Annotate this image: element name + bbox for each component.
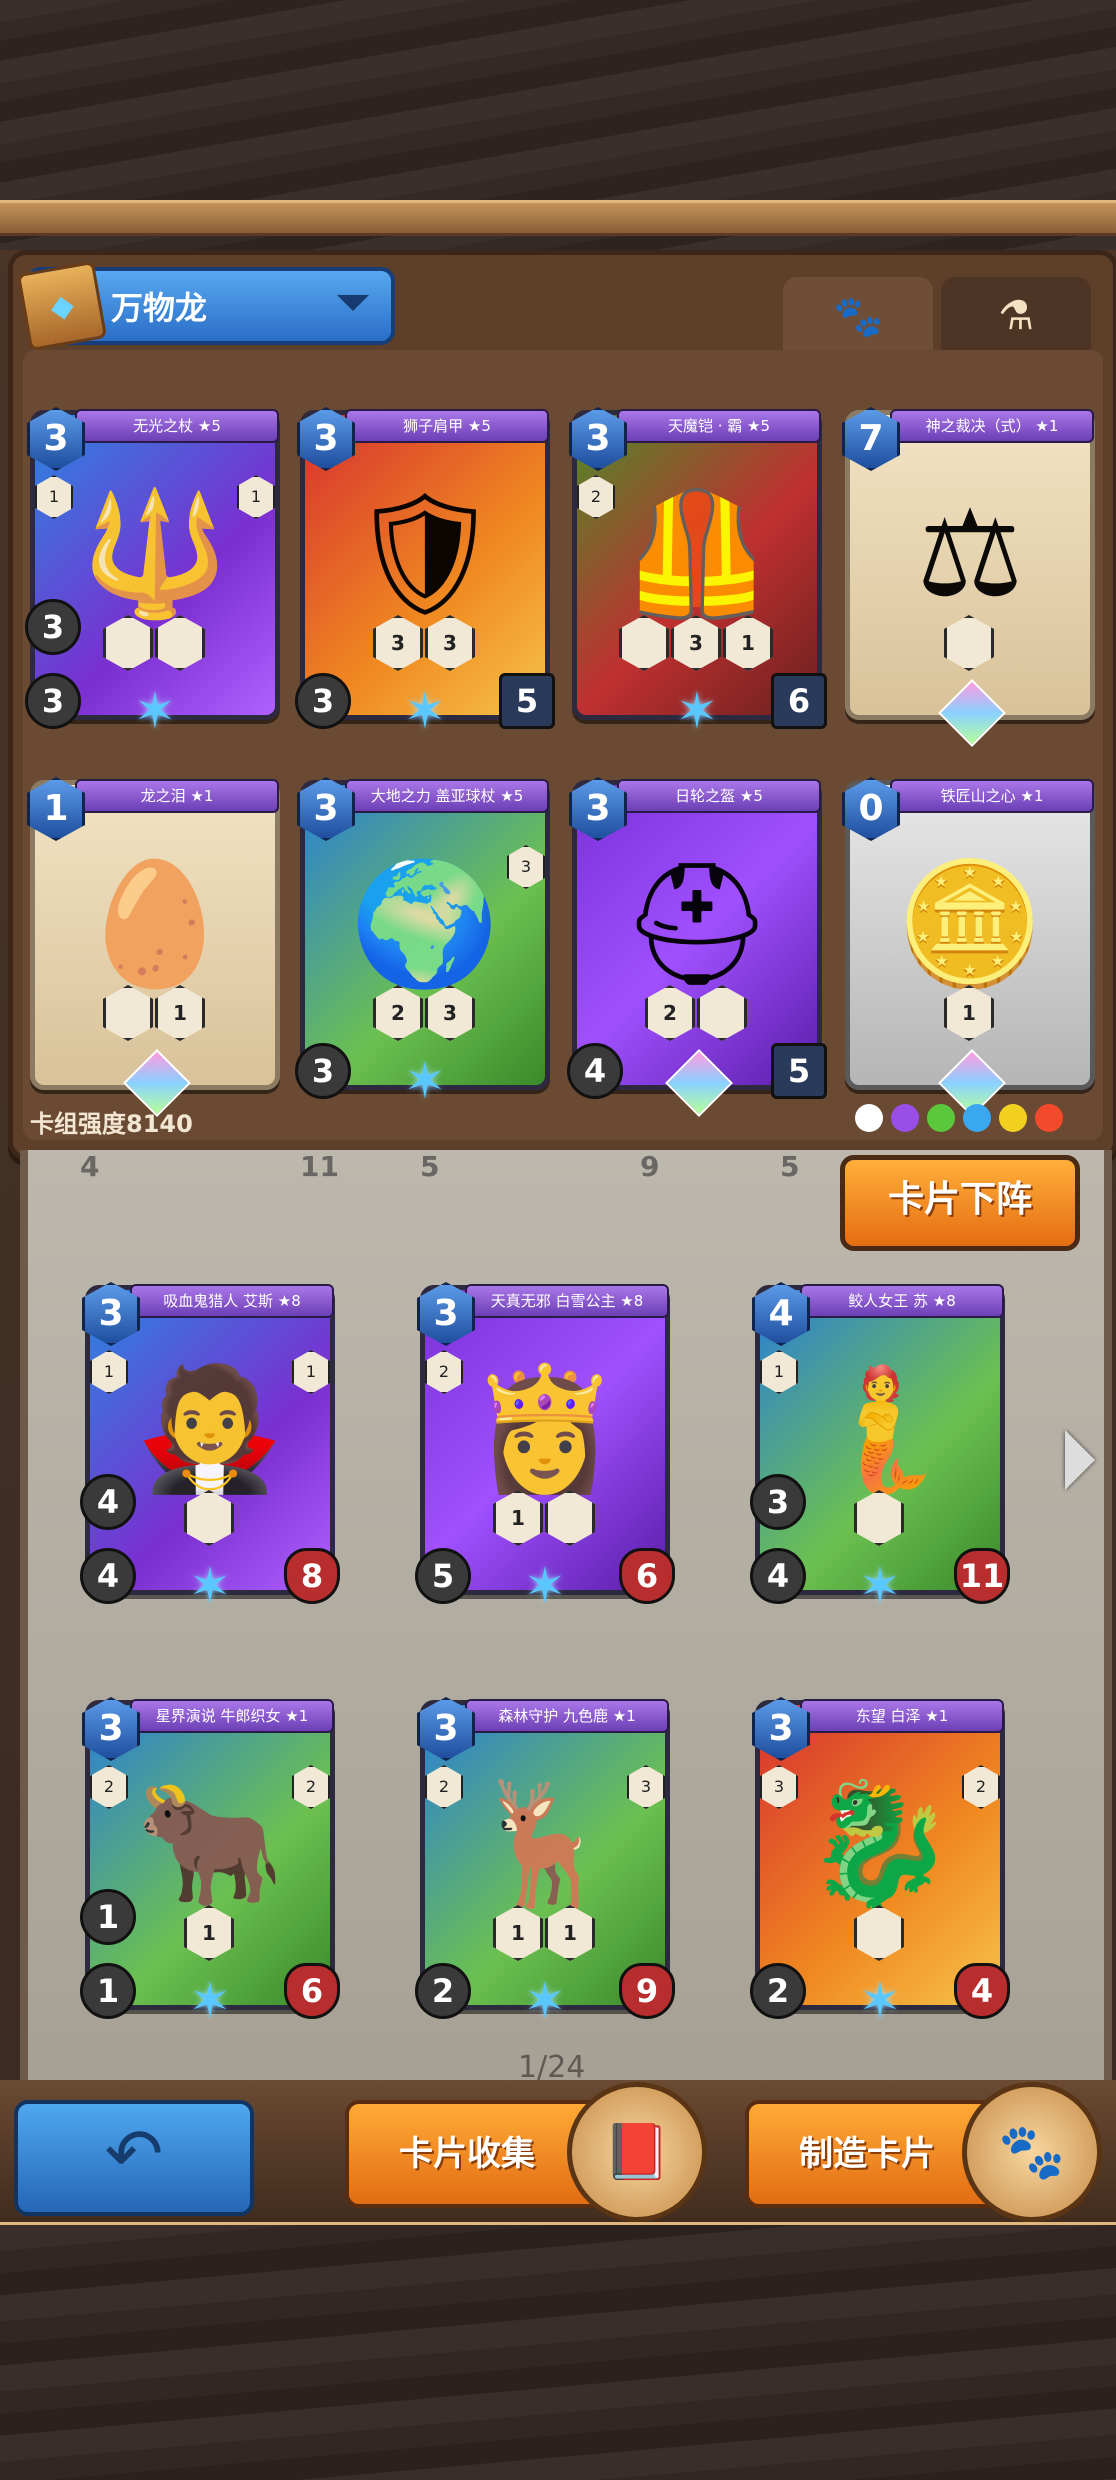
element-filter-row (855, 1104, 1063, 1132)
card-range-value: 4 (80, 1474, 136, 1530)
collection-card[interactable]: 🧜 鲛人女王 苏 ★8 4 1 3 4 11 ✶ (750, 1282, 1010, 1612)
card-art-icon: ⛑ (620, 855, 774, 994)
rarity-star-icon: ✶ (524, 1972, 566, 2030)
card-name: 狮子肩甲 ★5 (345, 409, 549, 443)
rarity-star-icon: ✶ (189, 1972, 231, 2030)
partial-card-value: 4 (80, 1150, 100, 1183)
card-name: 星界演说 牛郎织女 ★1 (130, 1699, 334, 1733)
card-attack: 2 (750, 1963, 806, 2019)
element-filter-2[interactable] (927, 1104, 955, 1132)
rarity-star-icon: ✶ (404, 682, 446, 740)
collection-card[interactable]: 👸 天真无邪 白雪公主 ★8 3 2 1 5 6 ✶ (415, 1282, 675, 1612)
card-name: 铁匠山之心 ★1 (890, 779, 1094, 813)
deck-card[interactable]: ⛑ 日轮之盔 ★5 3 2 4 5 (567, 777, 827, 1117)
element-filter-0[interactable] (855, 1104, 883, 1132)
card-name: 东望 白泽 ★1 (800, 1699, 1004, 1733)
element-filter-1[interactable] (891, 1104, 919, 1132)
deck-card[interactable]: 🦺 天魔铠 · 霸 ★5 3 2 3 1 6 ✶ (569, 407, 827, 737)
partial-card-value: 11 (300, 1150, 339, 1183)
card-health: 11 (954, 1548, 1010, 1604)
card-art-icon: 👸 (470, 1360, 620, 1499)
card-art-icon: 🔱 (80, 485, 230, 624)
card-name: 吸血鬼猎人 艾斯 ★8 (130, 1284, 334, 1318)
rarity-star-icon: ✶ (859, 1557, 901, 1615)
collection-card[interactable]: 🐉 东望 白泽 ★1 3 3 2 2 4 ✶ (750, 1697, 1010, 2027)
card-attack: 3 (295, 1043, 351, 1099)
card-attack: 3 (25, 673, 81, 729)
card-health: 5 (499, 673, 555, 729)
card-attack: 4 (750, 1548, 806, 1604)
potion-icon: ⚗ (998, 293, 1034, 339)
card-range-value: 3 (750, 1474, 806, 1530)
deck-card[interactable]: 🪙 铁匠山之心 ★1 0 1 (842, 777, 1095, 1117)
back-arrow-icon: ↶ (104, 2113, 164, 2195)
frame-rail-top (0, 200, 1116, 236)
deck-book-icon: ◆ (16, 260, 108, 352)
card-name: 天真无邪 白雪公主 ★8 (465, 1284, 669, 1318)
card-health: 9 (619, 1963, 675, 2019)
wood-background-bottom (0, 2225, 1116, 2480)
partial-card-value: 5 (420, 1150, 440, 1183)
deck-card[interactable]: ⚖ 神之裁决（式） ★1 7 (842, 407, 1095, 747)
rarity-star-icon: ✶ (189, 1557, 231, 1615)
card-name: 森林守护 九色鹿 ★1 (465, 1699, 669, 1733)
deck-card[interactable]: 🔱 无光之杖 ★5 3 1 1 3 3 ✶ (25, 407, 280, 737)
card-attack: 2 (415, 1963, 471, 2019)
card-art-icon: 🥚 (80, 855, 230, 994)
card-health: 8 (284, 1548, 340, 1604)
card-attack: 5 (415, 1548, 471, 1604)
back-button[interactable]: ↶ (14, 2100, 254, 2216)
card-art-icon: 🌍 (350, 855, 500, 994)
withdraw-card-button[interactable]: 卡片下阵 (840, 1155, 1080, 1251)
deck-strength: 卡组强度8140 (30, 1110, 193, 1138)
card-attack: 1 (80, 1963, 136, 2019)
card-book-icon[interactable]: 📕 (567, 2082, 707, 2222)
rarity-star-icon: ✶ (676, 682, 718, 740)
card-name: 日轮之盔 ★5 (617, 779, 821, 813)
card-name: 大地之力 盖亚球杖 ★5 (345, 779, 549, 813)
deck-card[interactable]: 🛡 狮子肩甲 ★5 3 3 3 3 5 ✶ (295, 407, 555, 737)
card-name: 鲛人女王 苏 ★8 (800, 1284, 1004, 1318)
element-filter-4[interactable] (999, 1104, 1027, 1132)
card-name: 龙之泪 ★1 (75, 779, 279, 813)
deck-selector-dropdown[interactable]: ◆ 万物龙 (16, 260, 395, 352)
rarity-star-icon: ✶ (134, 682, 176, 740)
card-name: 无光之杖 ★5 (75, 409, 279, 443)
card-health: 6 (771, 673, 827, 729)
card-range-value: 1 (80, 1889, 136, 1945)
card-health: 4 (954, 1963, 1010, 2019)
rarity-star-icon: ✶ (859, 1972, 901, 2030)
partial-card-value: 5 (780, 1150, 800, 1183)
craft-card-label: 制造卡片 (799, 2134, 935, 2174)
card-attack: 4 (80, 1548, 136, 1604)
collection-card[interactable]: 🦌 森林守护 九色鹿 ★1 3 2 3 1 1 2 9 ✶ (415, 1697, 675, 2027)
element-filter-5[interactable] (1035, 1104, 1063, 1132)
element-filter-3[interactable] (963, 1104, 991, 1132)
rarity-star-icon: ✶ (404, 1052, 446, 1110)
deck-card[interactable]: 🌍 大地之力 盖亚球杖 ★5 3 3 2 3 3 ✶ (295, 777, 550, 1107)
tab-equipment[interactable]: ⚗ (941, 277, 1091, 355)
paw-icon: 🐾 (833, 293, 883, 340)
chevron-down-icon (337, 295, 369, 311)
paw-potion-icon[interactable]: 🐾 (962, 2082, 1102, 2222)
card-health: 5 (771, 1043, 827, 1099)
card-art-icon: 🦌 (470, 1775, 620, 1914)
card-name: 神之裁决（式） ★1 (890, 409, 1094, 443)
next-page-arrow-icon[interactable] (1065, 1430, 1095, 1490)
card-collection-label: 卡片收集 (399, 2134, 535, 2174)
deck-name: 万物龙 (111, 289, 208, 327)
collection-card[interactable]: 🐂 星界演说 牛郎织女 ★1 3 2 2 1 1 1 6 ✶ (80, 1697, 340, 2027)
card-name: 天魔铠 · 霸 ★5 (617, 409, 821, 443)
card-attack: 3 (295, 673, 351, 729)
card-range-value: 3 (25, 599, 81, 655)
collection-card[interactable]: 🧛 吸血鬼猎人 艾斯 ★8 3 1 1 4 4 8 ✶ (80, 1282, 340, 1612)
card-health: 6 (284, 1963, 340, 2019)
partial-card-value: 9 (640, 1150, 660, 1183)
card-art-icon: 🛡 (348, 485, 502, 624)
card-health: 6 (619, 1548, 675, 1604)
card-attack: 4 (567, 1043, 623, 1099)
tab-paw-cards[interactable]: 🐾 (783, 277, 933, 355)
rarity-star-icon: ✶ (524, 1557, 566, 1615)
deck-card[interactable]: 🥚 龙之泪 ★1 1 1 (27, 777, 280, 1117)
